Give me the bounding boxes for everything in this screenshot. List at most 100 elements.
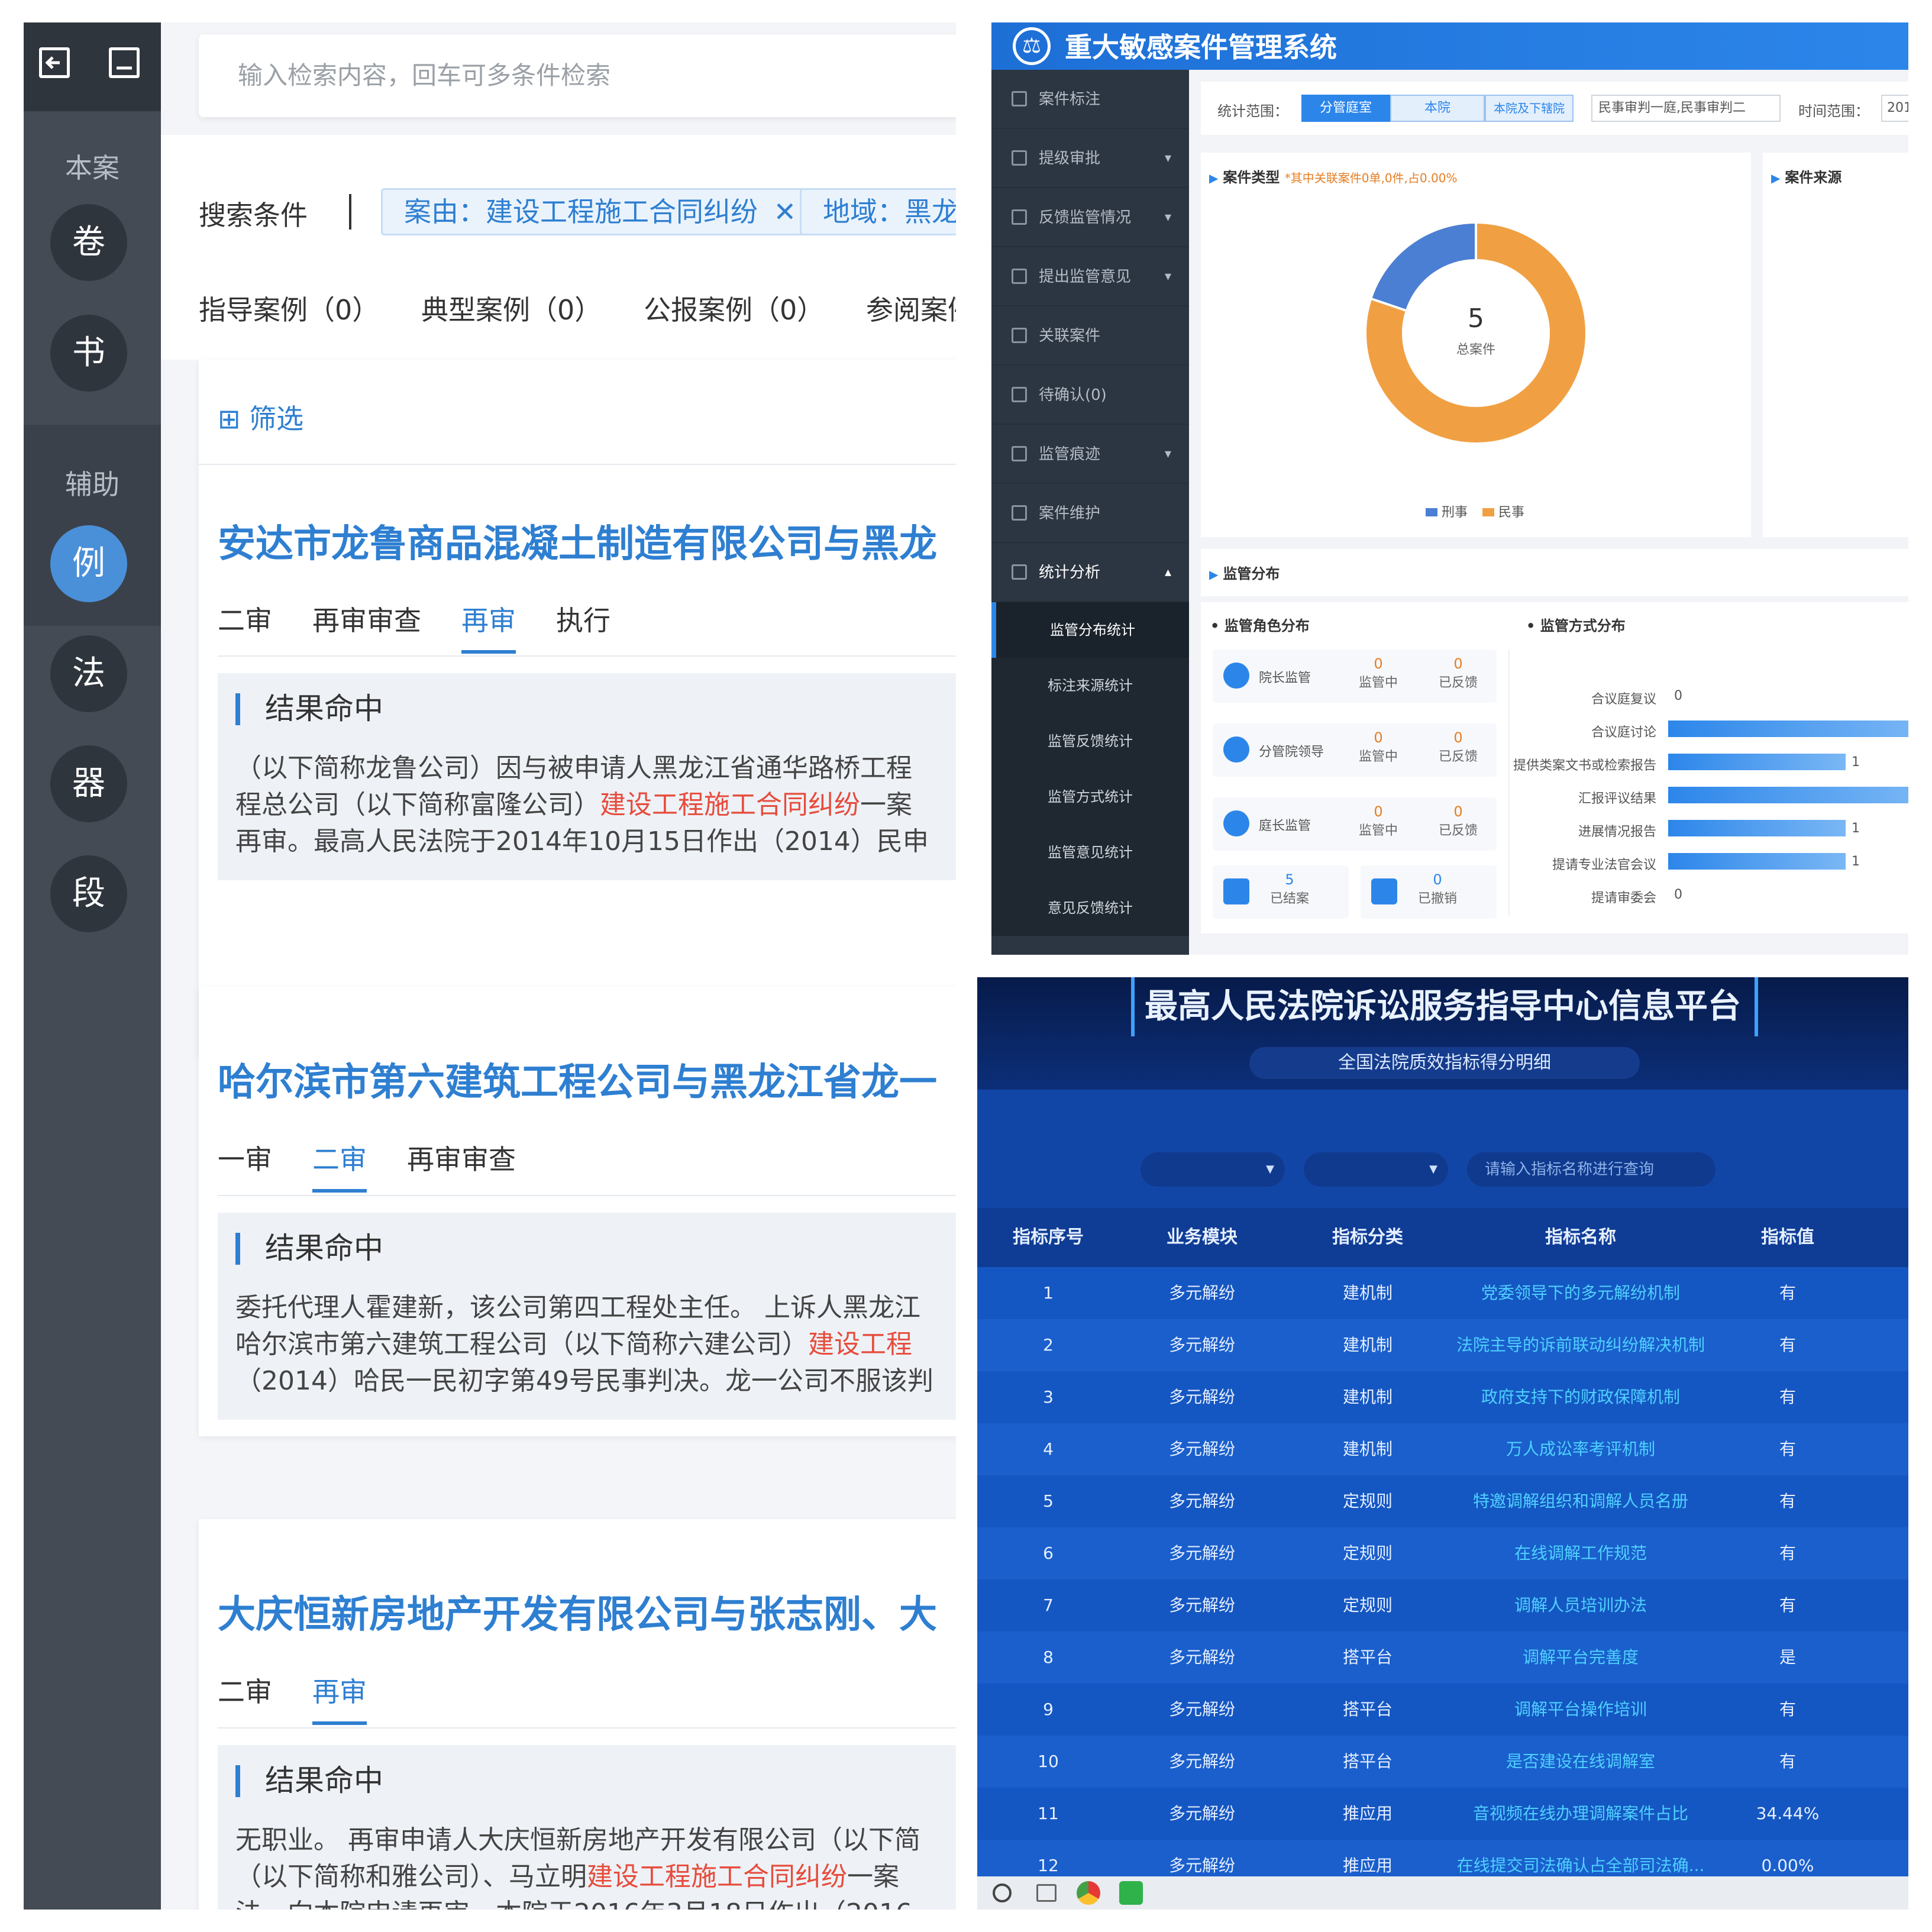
condition-tag-text: 案由：建设工程施工合同纠纷 [404, 196, 758, 228]
time-range-input[interactable]: 201 [1881, 95, 1908, 122]
nav-case-mark[interactable]: 案件标注 [991, 70, 1189, 129]
range-label: 统计范围： [1217, 103, 1288, 119]
row-module: 多元解纷 [1168, 1595, 1235, 1615]
header-module: 业务模块 [1167, 1227, 1238, 1248]
nav-related-cases[interactable]: 关联案件 [991, 306, 1189, 366]
table-row[interactable]: 2 多元解纷 建机制 法院主导的诉前联动纠纷解决机制 有 [977, 1319, 1908, 1371]
tab-execution[interactable]: 执行 [556, 599, 610, 638]
app-header: ⚖ 重大敏感案件管理系统 [991, 22, 1908, 70]
tab-reference-cases[interactable]: 参阅案例 [866, 289, 956, 328]
law-button[interactable]: 法 [50, 635, 127, 712]
nav-maintenance[interactable]: 案件维护 [991, 484, 1189, 543]
document-button[interactable]: 书 [50, 315, 127, 392]
case-title[interactable]: 安达市龙鲁商品混凝土制造有限公司与黑龙 [218, 513, 937, 568]
taskview-icon[interactable] [1036, 1884, 1057, 1902]
segment-court-and-lower[interactable]: 本院及下辖院 [1485, 95, 1574, 122]
hit-block: 结果命中 无职业。 再审申请人大庆恒新房地产开发有限公司（以下简 （以下简称和雅… [218, 1745, 956, 1910]
back-icon[interactable] [39, 47, 70, 78]
subnav-feedback[interactable]: 监管反馈统计 [991, 713, 1189, 769]
row-name[interactable]: 是否建设在线调解室 [1450, 1736, 1711, 1788]
tab-typical-cases[interactable]: 典型案例（0） [421, 289, 602, 328]
indicator-search-input[interactable]: 请输入指标名称进行查询 [1467, 1152, 1715, 1187]
volume-button[interactable]: 卷 [50, 204, 127, 281]
nav-sidebar: 案件标注 提级审批 ▾ 反馈监管情况 ▾ 提出监管意见 ▾ 关联案件 待确认(0) 监… [991, 70, 1189, 955]
row-name[interactable]: 万人成讼率考评机制 [1450, 1423, 1711, 1475]
subnav-distribution[interactable]: 监管分布统计 [991, 602, 1189, 658]
table-row[interactable]: 11 多元解纷 推应用 音视频在线办理调解案件占比 34.44% [977, 1788, 1908, 1840]
tab-retrial[interactable]: 再审 [461, 599, 516, 654]
nav-opinion[interactable]: 提出监管意见 ▾ [991, 247, 1189, 306]
tab-second-instance[interactable]: 二审 [312, 1138, 367, 1193]
tab-retrial-review[interactable]: 再审审查 [407, 1138, 516, 1177]
category-select[interactable]: ▼ [1304, 1152, 1448, 1187]
row-index: 11 [1038, 1804, 1059, 1823]
case-title[interactable]: 哈尔滨市第六建筑工程公司与黑龙江省龙一 [218, 1052, 937, 1106]
paragraph-button[interactable]: 段 [50, 855, 127, 932]
subnav-opinion[interactable]: 监管意见统计 [991, 825, 1189, 880]
tab-second-instance[interactable]: 二审 [218, 1671, 272, 1710]
condition-tag-cause[interactable]: 案由：建设工程施工合同纠纷 ✕ [381, 188, 820, 235]
table-row[interactable]: 6 多元解纷 定规则 在线调解工作规范 有 [977, 1527, 1908, 1579]
search-input[interactable]: 输入检索内容，回车可多条件检索 [199, 34, 956, 117]
row-name[interactable]: 党委领导下的多元解纷机制 [1450, 1267, 1711, 1319]
row-index: 4 [1043, 1439, 1054, 1459]
row-value: 有 [1779, 1752, 1796, 1771]
browser-icon[interactable] [1077, 1881, 1100, 1905]
nav-level-approval[interactable]: 提级审批 ▾ [991, 129, 1189, 188]
start-icon[interactable] [993, 1883, 1012, 1902]
table-row[interactable]: 8 多元解纷 搭平台 调解平台完善度 是 [977, 1631, 1908, 1684]
row-name[interactable]: 在线调解工作规范 [1450, 1527, 1711, 1579]
table-row[interactable]: 9 多元解纷 搭平台 调解平台操作培训 有 [977, 1684, 1908, 1736]
subnav-opinion-feedback[interactable]: 意见反馈统计 [991, 880, 1189, 936]
table-row[interactable]: 3 多元解纷 建机制 政府支持下的财政保障机制 有 [977, 1371, 1908, 1423]
row-name[interactable]: 音视频在线办理调解案件占比 [1450, 1788, 1711, 1840]
row-index: 2 [1043, 1335, 1054, 1355]
header-index: 指标序号 [1013, 1227, 1084, 1248]
tab-retrial-review[interactable]: 再审审查 [312, 599, 421, 638]
condition-tag-region[interactable]: 地域：黑龙 [800, 188, 956, 235]
platform-subtitle: 全国法院质效指标得分明细 [1249, 1047, 1640, 1079]
filter-toggle[interactable]: ⊞ 筛选 [218, 398, 303, 437]
close-icon[interactable]: ✕ [774, 196, 797, 228]
row-module: 多元解纷 [1168, 1543, 1235, 1563]
tab-gazette-cases[interactable]: 公报案例（0） [644, 289, 824, 328]
table-row[interactable]: 10 多元解纷 搭平台 是否建设在线调解室 有 [977, 1736, 1908, 1788]
case-title[interactable]: 大庆恒新房地产开发有限公司与张志刚、大 [218, 1584, 937, 1639]
case-example-button[interactable]: 例 [50, 525, 127, 602]
tab-guiding-cases[interactable]: 指导案例（0） [199, 289, 379, 328]
division-select[interactable]: 民事审判一庭,民事审判二 [1591, 95, 1781, 122]
row-value: 有 [1779, 1439, 1796, 1459]
subnav-method[interactable]: 监管方式统计 [991, 769, 1189, 825]
method-label: 提请审委会 [1591, 891, 1656, 906]
row-name[interactable]: 政府支持下的财政保障机制 [1450, 1371, 1711, 1423]
tab-first-instance[interactable]: 一审 [218, 1138, 272, 1177]
tab-second-instance[interactable]: 二审 [218, 599, 272, 638]
row-name[interactable]: 调解人员培训办法 [1450, 1579, 1711, 1631]
row-index: 7 [1043, 1595, 1054, 1615]
nav-trace[interactable]: 监管痕迹 ▾ [991, 425, 1189, 484]
app-icon[interactable] [1119, 1881, 1143, 1905]
result-card-2: 哈尔滨市第六建筑工程公司与黑龙江省龙一 一审 二审 再审审查 结果命中 委托代理… [199, 987, 956, 1436]
tab-retrial[interactable]: 再审 [312, 1671, 367, 1725]
segment-division[interactable]: 分管庭室 [1301, 95, 1390, 122]
hit-block: 结果命中 （以下简称龙鲁公司）因与被申请人黑龙江省通华路桥工程 程总公司（以下简… [218, 673, 956, 880]
table-row[interactable]: 4 多元解纷 建机制 万人成讼率考评机制 有 [977, 1423, 1908, 1475]
platform-title: 最高人民法院诉讼服务指导中心信息平台 [1145, 987, 1741, 1026]
segment-court[interactable]: 本院 [1390, 95, 1485, 122]
row-name[interactable]: 调解平台操作培训 [1450, 1684, 1711, 1736]
subnav-mark-source[interactable]: 标注来源统计 [991, 658, 1189, 713]
table-row[interactable]: 5 多元解纷 定规则 特邀调解组织和调解人员名册 有 [977, 1475, 1908, 1527]
divider [199, 464, 956, 465]
row-name[interactable]: 法院主导的诉前联动纠纷解决机制 [1450, 1319, 1711, 1371]
nav-feedback[interactable]: 反馈监管情况 ▾ [991, 188, 1189, 247]
nav-pending[interactable]: 待确认(0) [991, 366, 1189, 425]
chevron-down-icon: ▾ [1164, 269, 1171, 284]
row-name[interactable]: 特邀调解组织和调解人员名册 [1450, 1475, 1711, 1527]
table-row[interactable]: 1 多元解纷 建机制 党委领导下的多元解纷机制 有 [977, 1267, 1908, 1319]
module-select[interactable]: ▼ [1141, 1152, 1285, 1187]
nav-statistics[interactable]: 统计分析 ▴ [991, 543, 1189, 602]
minimize-icon[interactable] [109, 47, 140, 78]
table-row[interactable]: 7 多元解纷 定规则 调解人员培训办法 有 [977, 1579, 1908, 1631]
tool-button[interactable]: 器 [50, 745, 127, 822]
row-name[interactable]: 调解平台完善度 [1450, 1631, 1711, 1684]
